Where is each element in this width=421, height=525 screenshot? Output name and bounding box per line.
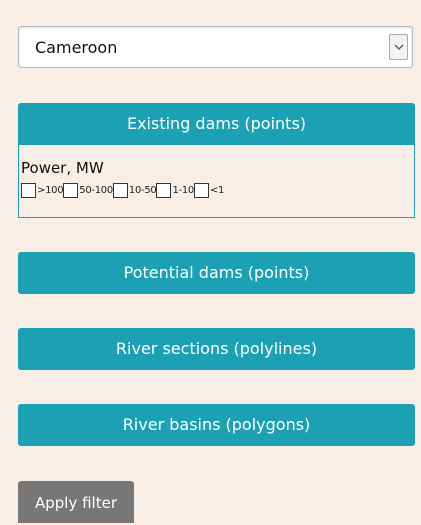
apply-filter-button[interactable]: Apply filter [18, 481, 134, 523]
power-option[interactable]: 50-100 [63, 183, 113, 198]
power-checkbox-gt100[interactable] [21, 183, 36, 198]
power-option[interactable]: 1-10 [156, 183, 194, 198]
power-option-label: 10-50 [128, 185, 157, 196]
power-option-label: 50-100 [79, 185, 113, 196]
existing-dams-button[interactable]: Existing dams (points) [18, 103, 415, 145]
river-sections-button[interactable]: River sections (polylines) [18, 328, 415, 370]
power-options: >100 50-100 10-50 1-10 <1 [21, 183, 224, 198]
power-label: Power, MW [21, 159, 104, 177]
chevron-down-icon[interactable] [389, 34, 408, 60]
potential-dams-button[interactable]: Potential dams (points) [18, 252, 415, 294]
power-option-label: >100 [37, 185, 64, 196]
power-option[interactable]: >100 [21, 183, 64, 198]
country-select[interactable]: Cameroon [18, 26, 413, 68]
power-checkbox-50-100[interactable] [63, 183, 79, 198]
power-checkbox-lt1[interactable] [193, 183, 209, 198]
power-option-label: 1-10 [172, 185, 194, 196]
power-option[interactable]: 10-50 [112, 183, 157, 198]
country-select-value: Cameroon [35, 38, 118, 57]
power-option-label: <1 [209, 185, 225, 196]
existing-dams-filter-panel: Power, MW >100 50-100 10-50 1-10 <1 [18, 145, 415, 218]
power-checkbox-1-10[interactable] [156, 183, 172, 198]
power-checkbox-10-50[interactable] [112, 183, 128, 198]
river-basins-button[interactable]: River basins (polygons) [18, 404, 415, 446]
power-option[interactable]: <1 [193, 183, 225, 198]
